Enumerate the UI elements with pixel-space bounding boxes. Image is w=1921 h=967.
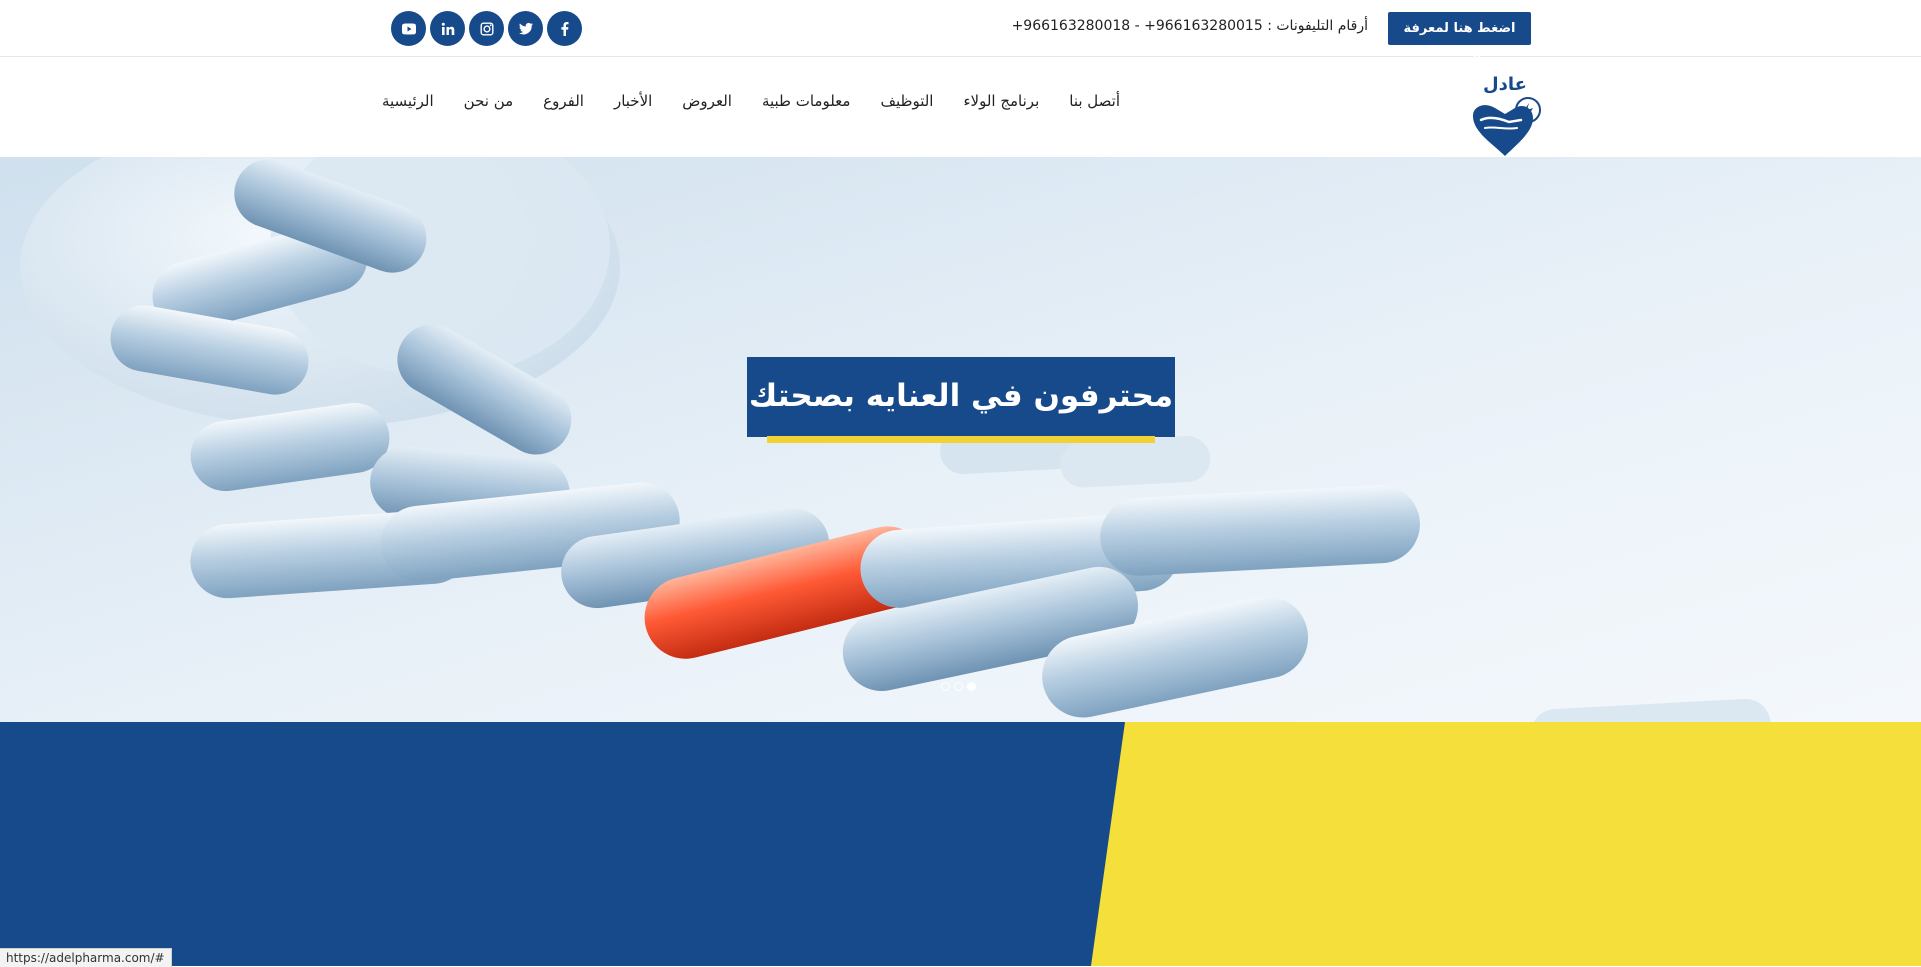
phone-numbers: أرقام التليفونات : +966163280018 - +9661…: [1012, 18, 1368, 34]
nav-news[interactable]: الأخبار: [614, 92, 652, 110]
nav-about[interactable]: من نحن: [464, 92, 514, 110]
slider-dots: [941, 682, 976, 691]
status-url: https://adelpharma.com/#: [0, 948, 172, 967]
hero-title: محترفون في العنايه بصحتك: [747, 357, 1175, 437]
nav-careers[interactable]: التوظيف: [880, 92, 933, 110]
slider-dot-1[interactable]: [941, 682, 950, 691]
bottom-banner: [0, 722, 1921, 966]
nav-home[interactable]: الرئيسية: [382, 92, 434, 110]
facebook-icon[interactable]: [547, 11, 582, 46]
top-bar: اضغط هنا لمعرفة الفروع أرقام التليفونات …: [0, 0, 1921, 69]
instagram-icon[interactable]: [469, 11, 504, 46]
youtube-icon[interactable]: [391, 11, 426, 46]
main-menu: الرئيسية من نحن الفروع الأخبار العروض مع…: [382, 92, 1120, 110]
nav-medical-info[interactable]: معلومات طبية: [762, 92, 851, 110]
nav-offers[interactable]: العروض: [682, 92, 732, 110]
social-links: [391, 11, 582, 46]
phones-values: +966163280018 - +966163280015: [1011, 18, 1263, 34]
logo-text: عادل: [1483, 74, 1527, 95]
main-navbar: عادل الرئيسية من نحن الفروع الأخبار العر…: [0, 57, 1921, 157]
nav-loyalty[interactable]: برنامج الولاء: [963, 92, 1039, 110]
nav-branches[interactable]: الفروع: [543, 92, 584, 110]
phones-label: أرقام التليفونات :: [1267, 18, 1368, 34]
hero-title-underline: [767, 436, 1155, 443]
slider-dot-3[interactable]: [967, 682, 976, 691]
linkedin-icon[interactable]: [430, 11, 465, 46]
logo-icon[interactable]: عادل: [1465, 70, 1545, 160]
slider-dot-2[interactable]: [954, 682, 963, 691]
nav-contact[interactable]: أتصل بنا: [1069, 92, 1120, 110]
hero-slider[interactable]: محترفون في العنايه بصحتك: [0, 157, 1921, 722]
branches-button[interactable]: اضغط هنا لمعرفة الفروع: [1388, 12, 1531, 69]
twitter-icon[interactable]: [508, 11, 543, 46]
